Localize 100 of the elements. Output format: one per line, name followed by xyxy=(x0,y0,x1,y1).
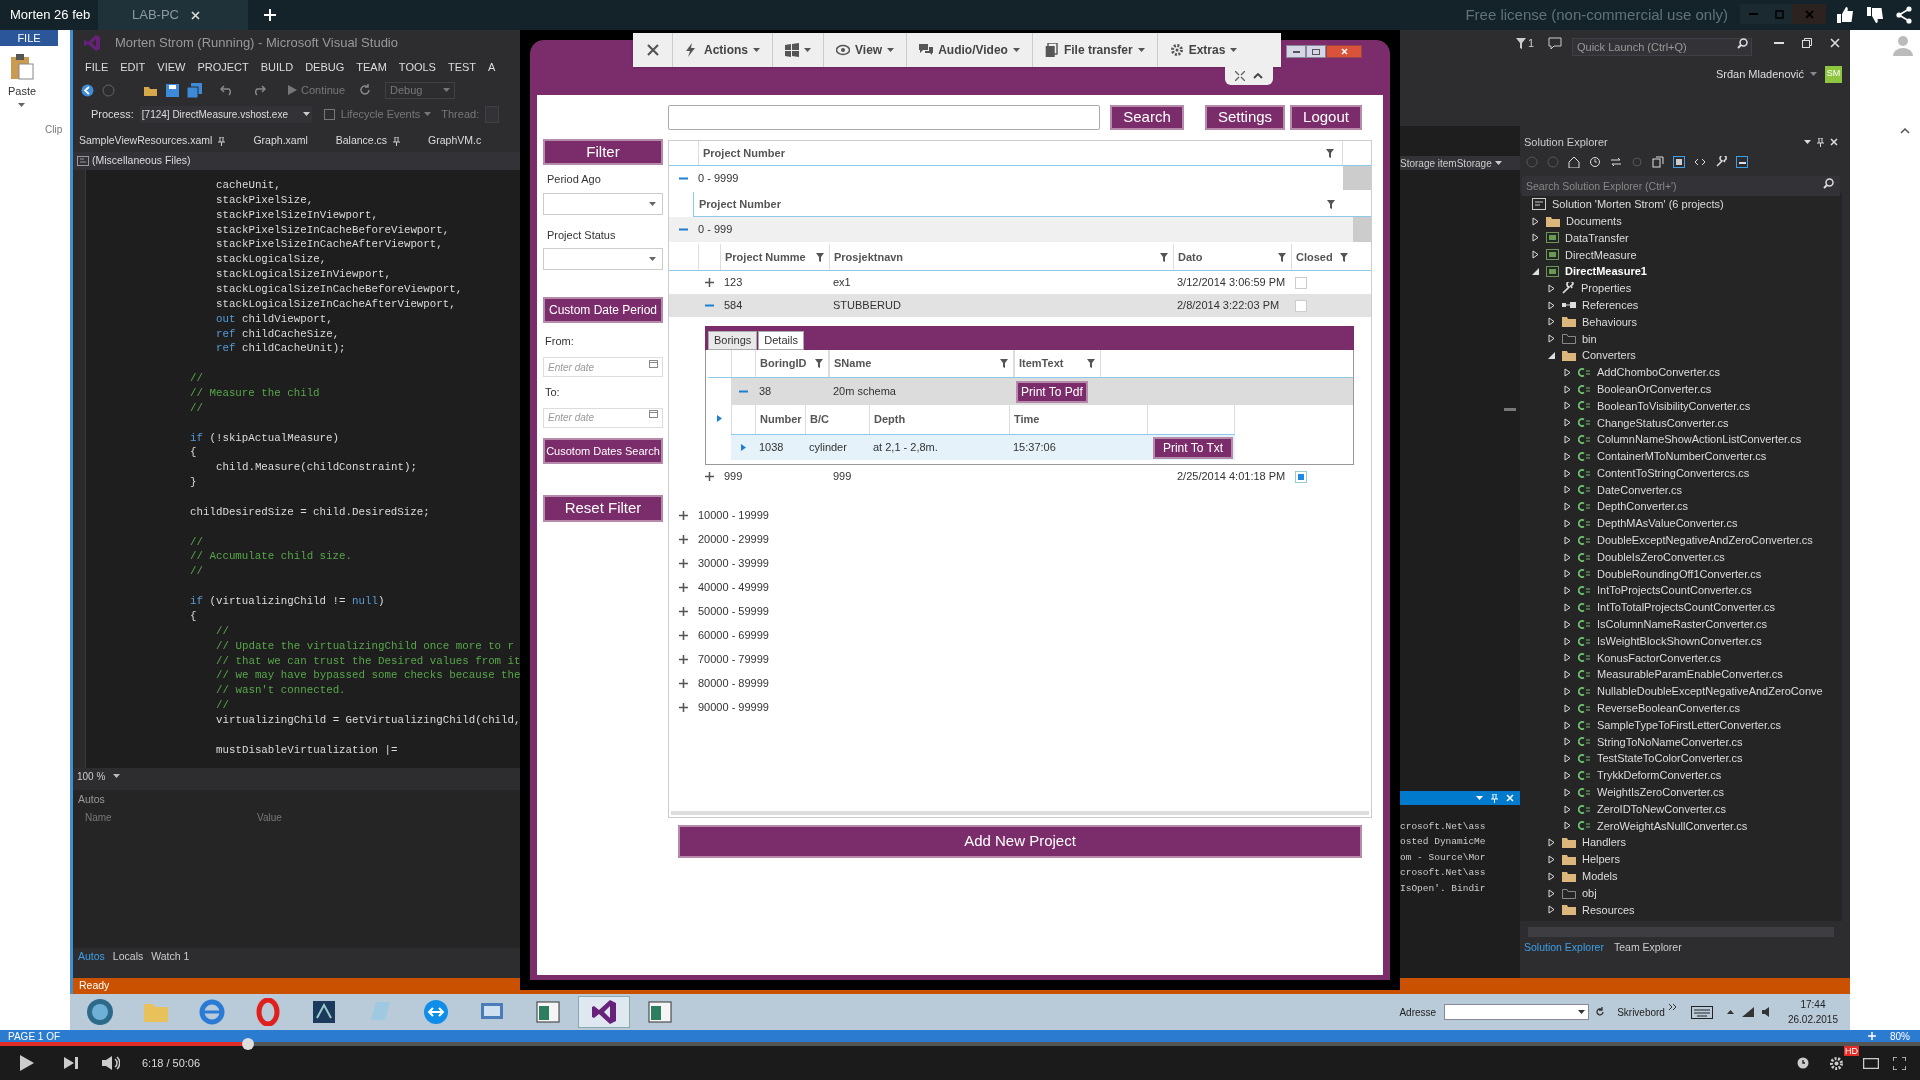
tree-item[interactable]: DepthConverter.cs xyxy=(1597,498,1689,515)
close-icon[interactable] xyxy=(190,10,200,20)
home-icon[interactable] xyxy=(1568,156,1580,168)
horizontal-scrollbar[interactable] xyxy=(671,811,1369,815)
tree-item[interactable]: DirectMeasure1 xyxy=(1565,263,1647,280)
menu-item[interactable]: PROJECT xyxy=(191,58,255,76)
remote-control-icon[interactable] xyxy=(422,998,450,1026)
tree-item[interactable]: Properties xyxy=(1581,280,1632,297)
collapse-icon[interactable] xyxy=(1652,156,1664,168)
scrollbar-thumb[interactable] xyxy=(1343,166,1371,190)
expand-icon[interactable] xyxy=(679,630,688,640)
settings-button[interactable]: Settings xyxy=(1205,105,1285,130)
tree-item[interactable]: DirectMeasure xyxy=(1565,246,1637,264)
next-icon[interactable] xyxy=(64,1057,78,1069)
row-arrow-icon[interactable] xyxy=(717,415,722,422)
document-tab[interactable]: Balance.cs xyxy=(329,132,407,150)
app-icon[interactable] xyxy=(310,998,338,1026)
panel-tab[interactable]: Team Explorer xyxy=(1613,940,1682,956)
tree-item[interactable]: ColumnNameShowActionListConverter.cs xyxy=(1597,431,1802,448)
reset-filter-button[interactable]: Reset Filter xyxy=(543,495,663,522)
scrollbar-thumb[interactable] xyxy=(1353,217,1371,242)
code-icon[interactable] xyxy=(1694,156,1706,168)
tree-item[interactable]: ReverseBooleanConverter.cs xyxy=(1597,700,1741,717)
browser-icon[interactable] xyxy=(254,998,282,1026)
expand-arrow-icon[interactable] xyxy=(1564,603,1572,612)
tree-item[interactable]: MeasurableParamEnableConverter.cs xyxy=(1597,666,1783,683)
clock-icon[interactable] xyxy=(1797,1057,1809,1069)
tree-item[interactable]: DoubleIsZeroConverter.cs xyxy=(1597,548,1725,566)
expand-arrow-icon[interactable] xyxy=(1564,535,1572,545)
tree-item[interactable]: Behaviours xyxy=(1582,313,1638,331)
menu-item[interactable]: TOOLS xyxy=(392,58,442,76)
expand-arrow-icon[interactable] xyxy=(1564,586,1572,596)
menu-item[interactable]: TEST xyxy=(441,58,483,76)
filter-icon[interactable] xyxy=(816,252,824,262)
scope-dropdown[interactable]: (Miscellaneous Files) xyxy=(92,153,191,169)
session-tab[interactable]: LAB-PC xyxy=(98,0,248,30)
tree-item[interactable]: DataTransfer xyxy=(1565,229,1629,247)
paste-icon[interactable] xyxy=(10,54,34,80)
feedback-icon[interactable] xyxy=(1548,37,1562,49)
menu-item[interactable]: TEAM xyxy=(350,58,393,76)
play-icon[interactable] xyxy=(20,1055,34,1071)
expand-arrow-icon[interactable] xyxy=(1532,250,1540,260)
tree-item[interactable]: BooleanToVisibilityConverter.cs xyxy=(1597,397,1751,415)
tree-item[interactable]: ContentToStringConvertercs.cs xyxy=(1597,464,1750,482)
checkbox[interactable] xyxy=(1295,276,1307,289)
expand-arrow-icon[interactable] xyxy=(1564,384,1572,394)
expand-arrow-icon[interactable] xyxy=(1564,720,1572,730)
search-field[interactable] xyxy=(668,105,1100,130)
tree-item[interactable]: ChangeStatusConverter.cs xyxy=(1597,414,1729,431)
tree-item[interactable]: obj xyxy=(1582,884,1597,902)
expand-icon[interactable] xyxy=(679,606,688,616)
column-header[interactable]: Dato xyxy=(1173,244,1291,270)
tree-item[interactable]: DoubleRoundingOff1Converter.cs xyxy=(1597,565,1762,583)
expand-arrow-icon[interactable] xyxy=(1564,468,1572,478)
tree-item[interactable]: ZeroWeightAsNullConverter.cs xyxy=(1597,817,1748,835)
tree-item[interactable]: bin xyxy=(1582,330,1597,347)
filter-icon[interactable] xyxy=(1278,252,1286,262)
expand-arrow-icon[interactable] xyxy=(1564,754,1572,764)
column-header[interactable]: Time xyxy=(1009,405,1147,434)
calendar-icon[interactable] xyxy=(649,358,658,368)
expand-arrow-icon[interactable] xyxy=(1564,703,1572,713)
expand-arrow-icon[interactable] xyxy=(1564,687,1572,696)
keyboard-icon[interactable] xyxy=(1690,1005,1713,1019)
restore-icon[interactable] xyxy=(1802,38,1812,48)
signal-icon[interactable] xyxy=(1741,1007,1754,1017)
wrench-icon[interactable] xyxy=(1715,156,1727,168)
menu-item[interactable]: FILE xyxy=(79,58,115,76)
thumbs-down-icon[interactable] xyxy=(1866,6,1884,24)
expand-arrow-icon[interactable] xyxy=(1564,418,1572,428)
custom-dates-search-button[interactable]: Cusotom Dates Search xyxy=(543,438,663,464)
expand-icon[interactable] xyxy=(679,678,688,688)
start-orb-icon[interactable] xyxy=(86,998,114,1026)
expand-icon[interactable] xyxy=(679,654,688,664)
tree-item[interactable]: DoubleExceptNegativeAndZeroConverter.cs xyxy=(1597,532,1813,549)
tree-item[interactable]: Documents xyxy=(1566,212,1622,230)
window-icon[interactable] xyxy=(534,998,562,1026)
address-field[interactable] xyxy=(1444,1004,1590,1020)
tree-item[interactable]: Helpers xyxy=(1582,851,1620,868)
thumbs-up-icon[interactable] xyxy=(1836,6,1854,24)
menu-button[interactable]: View xyxy=(824,33,908,67)
filter-icon[interactable] xyxy=(1515,37,1526,49)
expand-arrow-icon[interactable] xyxy=(1564,821,1572,831)
vs-logo-icon[interactable] xyxy=(590,998,618,1026)
tab[interactable]: Details xyxy=(758,331,804,350)
panel-tab[interactable]: Autos xyxy=(78,949,105,965)
expand-arrow-icon[interactable] xyxy=(1548,871,1556,881)
expand-arrow-icon[interactable] xyxy=(1548,854,1556,864)
tree-item[interactable]: Converters xyxy=(1582,347,1636,364)
tree-item[interactable]: Resources xyxy=(1582,901,1635,919)
filter-icon[interactable] xyxy=(1326,148,1334,158)
expand-icon[interactable] xyxy=(679,534,688,544)
menu-button[interactable]: Actions xyxy=(673,33,773,67)
search-button[interactable]: Search xyxy=(1110,105,1184,130)
filter-icon[interactable] xyxy=(1087,359,1095,368)
tree-item[interactable]: ZeroIDToNewConverter.cs xyxy=(1597,800,1726,818)
menu-item[interactable]: EDIT xyxy=(114,58,152,76)
chevron-icon[interactable] xyxy=(1668,1004,1677,1010)
row-arrow-icon[interactable] xyxy=(740,444,746,451)
panel-tab[interactable]: Watch 1 xyxy=(151,949,190,965)
fullscreen-icon[interactable] xyxy=(1893,1056,1906,1070)
